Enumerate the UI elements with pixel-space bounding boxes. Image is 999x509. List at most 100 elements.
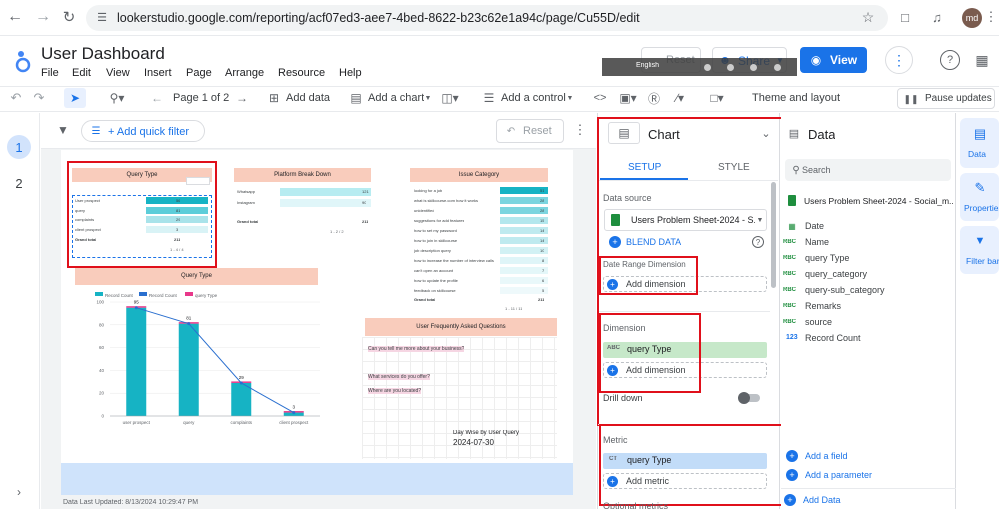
- sheets-icon: [788, 195, 796, 206]
- view-button[interactable]: ◉ View: [800, 47, 867, 73]
- community-viz-icon[interactable]: ◫▾: [438, 90, 462, 106]
- add-data-link[interactable]: Add Data: [803, 495, 841, 505]
- table3-row-label: how to set my password: [414, 228, 457, 233]
- expand-nav-icon[interactable]: ›: [12, 484, 26, 500]
- number-type-icon: 123: [786, 334, 798, 341]
- table2-pager[interactable]: 1 - 2 / 2: [330, 229, 344, 234]
- field-item[interactable]: RBC query Type: [781, 250, 956, 266]
- line-icon[interactable]: ∕▾: [668, 90, 692, 106]
- data-search-input[interactable]: ⚲ Search: [785, 159, 951, 181]
- filter-icon[interactable]: ▼: [55, 122, 71, 138]
- kebab-menu-icon[interactable]: ⋮: [885, 46, 913, 74]
- more-options-icon[interactable]: ⋮: [574, 122, 587, 138]
- add-chart-icon[interactable]: ▤: [348, 90, 364, 106]
- menu-file[interactable]: File: [41, 67, 59, 79]
- site-info-icon[interactable]: ☰: [94, 9, 110, 25]
- field-item[interactable]: RBC query_category: [781, 266, 956, 282]
- field-item[interactable]: RBC Name: [781, 234, 956, 250]
- add-data-button[interactable]: Add data: [286, 92, 330, 104]
- filterbar-reset-button[interactable]: ↶ Reset: [496, 119, 564, 143]
- back-arrow-icon[interactable]: ←: [6, 8, 24, 26]
- field-item[interactable]: ▦ Date: [781, 218, 956, 234]
- theme-layout-button[interactable]: Theme and layout: [752, 92, 840, 104]
- redo-icon[interactable]: ↷: [31, 90, 47, 106]
- add-data-icon[interactable]: ⊞: [266, 90, 282, 106]
- media-icon[interactable]: ♫: [928, 8, 946, 26]
- faq-date: 2024-07-30: [453, 438, 494, 447]
- add-quick-filter-label: + Add quick filter: [108, 126, 190, 138]
- reload-icon[interactable]: ↻: [60, 8, 78, 26]
- table3-row-label: unidentified: [414, 208, 435, 213]
- prev-page-icon[interactable]: ←: [150, 90, 164, 106]
- eye-icon: ◉: [810, 53, 822, 67]
- menu-resource[interactable]: Resource: [278, 67, 325, 79]
- add-control-button[interactable]: Add a control: [501, 92, 566, 104]
- pause-label: Pause updates: [925, 93, 992, 104]
- plus-icon[interactable]: +: [784, 494, 796, 506]
- add-chart-button[interactable]: Add a chart: [368, 92, 424, 104]
- filter-list-icon: ☰: [91, 125, 101, 137]
- menu-help[interactable]: Help: [339, 67, 362, 79]
- table3-row-label: how to update the profile: [414, 278, 458, 283]
- extensions-icon[interactable]: □: [896, 8, 914, 26]
- more-icon[interactable]: ⋮: [985, 8, 998, 26]
- help-icon[interactable]: ?: [940, 50, 960, 70]
- menu-edit[interactable]: Edit: [72, 67, 91, 79]
- x-tick-label: user prospect: [123, 420, 151, 425]
- field-item[interactable]: RBC Remarks: [781, 298, 956, 314]
- next-page-icon[interactable]: →: [235, 90, 249, 106]
- text-icon[interactable]: Ⓡ: [646, 90, 662, 106]
- data-panel-source: Users Problem Sheet-2024 - Social_m...: [804, 196, 954, 206]
- section-divider: [781, 488, 956, 489]
- chevron-down-icon[interactable]: ▼: [424, 93, 432, 103]
- url-text[interactable]: lookerstudio.google.com/reporting/acf07e…: [117, 11, 717, 25]
- bar-chart-svg: Record Count Record Count query Type 0 20 40 6…: [95, 292, 320, 425]
- page-tab-1[interactable]: 1: [7, 135, 31, 159]
- table3-value: 51: [540, 188, 545, 193]
- apps-grid-icon[interactable]: ▦: [972, 50, 992, 70]
- add-control-icon[interactable]: ☰: [481, 90, 497, 106]
- data-label: 95: [134, 300, 140, 305]
- rail-data-button[interactable]: ▤ Data: [960, 118, 999, 168]
- add-field-link[interactable]: Add a field: [805, 451, 848, 461]
- data-label: 81: [186, 316, 192, 321]
- highlight-setup-panel: [597, 117, 785, 426]
- field-item[interactable]: RBC source: [781, 314, 956, 330]
- table2-bar: [280, 199, 371, 207]
- field-item[interactable]: 123 Record Count: [781, 330, 956, 346]
- y-tick-label: 60: [99, 345, 105, 350]
- zoom-icon[interactable]: ⚲▾: [103, 90, 131, 106]
- table3-header: Issue Category: [410, 168, 548, 182]
- table3-row-label: how to join in skillcourse: [414, 238, 458, 243]
- abc-type-icon: RBC: [783, 287, 796, 293]
- plus-icon[interactable]: +: [786, 469, 798, 481]
- image-icon[interactable]: ▣▾: [616, 90, 640, 106]
- series-point: [134, 306, 138, 310]
- add-parameter-link[interactable]: Add a parameter: [805, 470, 872, 480]
- bookmark-star-icon[interactable]: ☆: [860, 9, 876, 25]
- field-item[interactable]: RBC query-sub_category: [781, 282, 956, 298]
- menu-arrange[interactable]: Arrange: [225, 67, 264, 79]
- y-tick-label: 80: [99, 322, 105, 327]
- menu-view[interactable]: View: [106, 67, 130, 79]
- table3-pager[interactable]: 1 - 11 / 11: [505, 306, 522, 311]
- table2-value: 121: [362, 189, 369, 194]
- avatar[interactable]: md: [962, 8, 982, 28]
- shape-icon[interactable]: □▾: [703, 90, 731, 106]
- chevron-down-icon[interactable]: ▼: [566, 93, 574, 103]
- select-cursor-icon[interactable]: ➤: [64, 88, 86, 108]
- pause-updates-button[interactable]: ❚❚ Pause updates: [897, 88, 995, 109]
- rail-properties-button[interactable]: ✎ Properties: [960, 173, 999, 221]
- menu-insert[interactable]: Insert: [144, 67, 172, 79]
- field-name: Date: [805, 221, 825, 231]
- report-title[interactable]: User Dashboard: [41, 44, 165, 64]
- page-tab-2[interactable]: 2: [7, 171, 31, 195]
- undo-icon[interactable]: ↶: [8, 90, 24, 106]
- field-name: query_category: [805, 269, 868, 279]
- rail-filterbar-button[interactable]: ▼ Filter bar: [960, 226, 999, 274]
- plus-icon[interactable]: +: [786, 450, 798, 462]
- forward-arrow-icon[interactable]: →: [34, 8, 52, 26]
- embed-code-icon[interactable]: <>: [592, 90, 608, 106]
- bar-chart[interactable]: Record Count Record Count query Type 0 20 40 6…: [75, 286, 330, 436]
- menu-page[interactable]: Page: [186, 67, 212, 79]
